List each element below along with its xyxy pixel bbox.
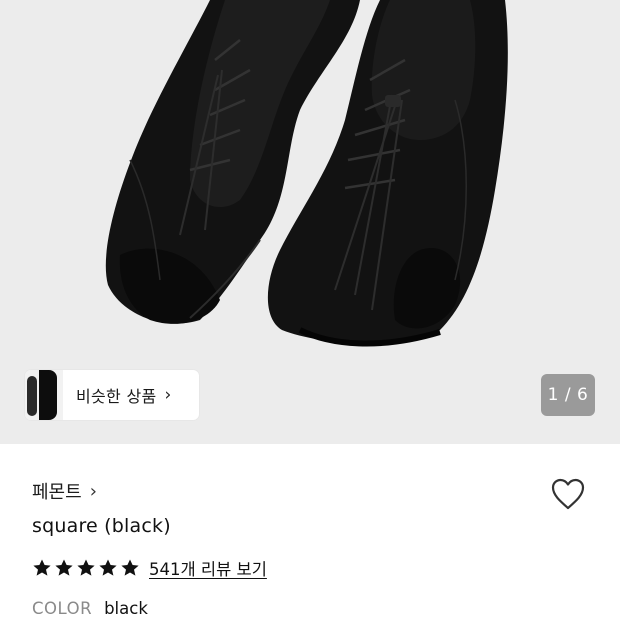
chevron-right-icon: › bbox=[89, 480, 97, 502]
similar-products-label: 비슷한 상품 bbox=[76, 387, 157, 406]
chevron-right-icon: › bbox=[164, 385, 172, 405]
star-icon bbox=[121, 559, 139, 576]
color-label: COLOR bbox=[32, 599, 93, 618]
similar-product-thumbnail bbox=[25, 370, 63, 420]
color-value: black bbox=[104, 599, 148, 618]
brand-name: 페몬트 bbox=[32, 482, 82, 503]
image-counter: 1 / 6 bbox=[541, 374, 595, 416]
heart-icon[interactable] bbox=[548, 474, 588, 514]
review-link[interactable]: 541개 리뷰 보기 bbox=[149, 556, 267, 580]
rating-row: 541개 리뷰 보기 bbox=[32, 556, 267, 580]
star-icon bbox=[55, 559, 73, 576]
star-icon bbox=[77, 559, 95, 576]
brand-link[interactable]: 페몬트 › bbox=[32, 478, 97, 504]
color-option-row: COLOR black bbox=[32, 599, 148, 618]
rating-stars bbox=[32, 558, 140, 578]
star-icon bbox=[99, 559, 117, 576]
product-image-gallery[interactable]: 비슷한 상품 › 1 / 6 bbox=[0, 0, 620, 444]
product-title: square (black) bbox=[32, 515, 171, 537]
star-icon bbox=[33, 559, 51, 576]
similar-products-button[interactable]: 비슷한 상품 › bbox=[25, 370, 199, 420]
